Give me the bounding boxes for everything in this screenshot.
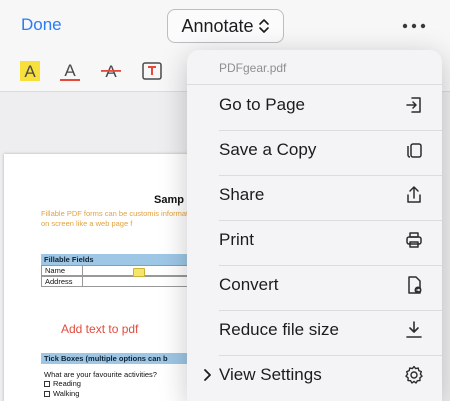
text-box-icon[interactable] bbox=[140, 59, 164, 83]
menu-item-label: Convert bbox=[219, 274, 279, 294]
menu-filename: PDFgear.pdf bbox=[219, 61, 287, 75]
convert-icon bbox=[403, 274, 425, 296]
print-icon bbox=[403, 229, 425, 251]
menu-item-go-to-page[interactable]: Go to Page bbox=[187, 82, 442, 127]
nav-bar: Done Annotate bbox=[0, 0, 450, 52]
sticky-note-icon[interactable] bbox=[133, 268, 145, 277]
pdf-field-label: Name bbox=[45, 266, 66, 275]
menu-item-reduce-file-size[interactable]: Reduce file size bbox=[187, 307, 442, 352]
mode-label: Annotate bbox=[181, 15, 254, 36]
checkbox-icon[interactable] bbox=[44, 380, 50, 387]
menu-item-label: Go to Page bbox=[219, 94, 306, 114]
menu-item-view-settings[interactable]: View Settings bbox=[187, 352, 442, 397]
menu-item-label: Print bbox=[219, 229, 254, 249]
menu-item-convert[interactable]: Convert bbox=[187, 262, 442, 307]
menu-item-label: Share bbox=[219, 184, 265, 204]
menu-item-share[interactable]: Share bbox=[187, 172, 442, 217]
share-icon bbox=[403, 184, 425, 206]
pdf-option-label: Reading bbox=[53, 379, 81, 388]
chevron-right-icon bbox=[204, 368, 211, 381]
pdf-option-label: Walking bbox=[53, 389, 80, 398]
download-icon bbox=[403, 319, 425, 341]
chevron-up-down-icon bbox=[258, 19, 269, 33]
more-options-icon[interactable] bbox=[402, 23, 426, 29]
highlight-text-icon[interactable]: A bbox=[18, 59, 42, 83]
pdf-added-text[interactable]: Add text to pdf bbox=[61, 322, 138, 336]
more-options-menu: PDFgear.pdf Go to Page Save a Copy Share bbox=[187, 50, 442, 401]
svg-text:A: A bbox=[64, 61, 76, 80]
pdf-intro-text: Fillable PDF forms can be customis infor… bbox=[41, 209, 199, 228]
done-button[interactable]: Done bbox=[21, 15, 62, 35]
pdf-field-label: Address bbox=[45, 277, 73, 286]
checkbox-icon[interactable] bbox=[44, 390, 50, 397]
settings-gear-icon bbox=[403, 364, 425, 386]
menu-item-save-a-copy[interactable]: Save a Copy bbox=[187, 127, 442, 172]
menu-item-label: View Settings bbox=[219, 364, 322, 384]
pdf-checkbox-option[interactable]: Walking bbox=[44, 389, 79, 398]
menu-item-label: Reduce file size bbox=[219, 319, 340, 339]
pdf-checkbox-option[interactable]: Reading bbox=[44, 379, 81, 388]
annotate-mode-selector[interactable]: Annotate bbox=[167, 9, 284, 43]
menu-item-print[interactable]: Print bbox=[187, 217, 442, 262]
go-to-page-icon bbox=[403, 94, 425, 116]
menu-item-label: Save a Copy bbox=[219, 139, 317, 159]
pdf-question: What are your favourite activities? bbox=[44, 370, 157, 379]
pdf-title: Samp bbox=[154, 194, 184, 206]
strikethrough-text-icon[interactable]: A bbox=[99, 59, 123, 83]
copy-icon bbox=[403, 139, 425, 161]
underline-text-icon[interactable]: A bbox=[58, 59, 82, 83]
svg-text:A: A bbox=[24, 62, 36, 81]
